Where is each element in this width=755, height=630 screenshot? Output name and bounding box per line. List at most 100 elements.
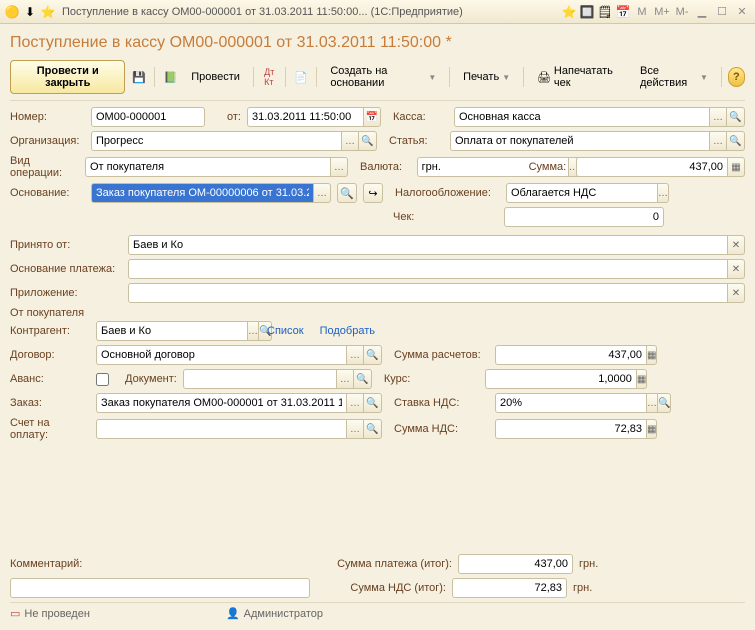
open-icon[interactable]: 🔍 — [359, 131, 377, 151]
advance-checkbox[interactable] — [96, 373, 109, 386]
calc-icon[interactable]: 🗒 — [597, 4, 613, 20]
article-input[interactable] — [450, 131, 709, 151]
tax-input[interactable] — [506, 183, 657, 203]
tax-group: … — [506, 183, 666, 203]
select-icon[interactable]: … — [247, 321, 259, 341]
comment-input[interactable] — [10, 578, 310, 598]
fav-icon[interactable]: ⭐ — [561, 4, 577, 20]
optype-input[interactable] — [85, 157, 330, 177]
open-icon[interactable]: 🔍 — [727, 107, 745, 127]
optype-label: Вид операции: — [10, 155, 79, 179]
select-icon[interactable]: … — [341, 131, 359, 151]
total-payment-input[interactable] — [458, 554, 573, 574]
invoice-input[interactable] — [96, 419, 346, 439]
calc-icon[interactable]: ▦ — [646, 419, 657, 439]
check-input[interactable] — [504, 207, 664, 227]
cashbox-input[interactable] — [454, 107, 709, 127]
vat-rate-input[interactable] — [495, 393, 646, 413]
m-minus-btn[interactable]: M- — [673, 4, 691, 20]
calendar-picker-icon[interactable]: 📅 — [363, 107, 381, 127]
help-button[interactable]: ? — [728, 67, 745, 87]
payment-basis-input[interactable] — [128, 259, 727, 279]
total-vat-input[interactable] — [452, 578, 567, 598]
nav-down-icon[interactable]: ⬇ — [22, 4, 38, 20]
create-based-button[interactable]: Создать на основании▼ — [323, 61, 443, 93]
select-icon[interactable]: … — [313, 183, 331, 203]
print-check-button[interactable]: 🖨Напечатать чек — [530, 61, 625, 93]
open-icon[interactable]: 🔍 — [364, 393, 382, 413]
clear-icon[interactable]: ✕ — [727, 235, 745, 255]
doc-icon[interactable]: 📄 — [292, 66, 311, 88]
open-icon[interactable]: 🔍 — [354, 369, 372, 389]
contract-input[interactable] — [96, 345, 346, 365]
close-btn[interactable]: ✕ — [733, 4, 751, 20]
open-icon[interactable]: 🔍 — [364, 345, 382, 365]
tool1-icon[interactable]: 🔲 — [579, 4, 595, 20]
order-input[interactable] — [96, 393, 346, 413]
fill-icon[interactable]: ↪ — [363, 183, 383, 203]
document-input[interactable] — [183, 369, 336, 389]
print-button[interactable]: Печать▼ — [456, 67, 517, 87]
received-input[interactable] — [128, 235, 727, 255]
vat-amount-label: Сумма НДС: — [394, 423, 489, 435]
org-input[interactable] — [91, 131, 341, 151]
number-input[interactable] — [91, 107, 205, 127]
amount-input[interactable] — [576, 157, 727, 177]
basis-label: Основание: — [10, 187, 85, 199]
number-label: Номер: — [10, 111, 85, 123]
open-icon[interactable]: 🔍 — [364, 419, 382, 439]
rate-input[interactable] — [485, 369, 636, 389]
document-label: Документ: — [125, 373, 177, 385]
star-icon[interactable]: ⭐ — [40, 4, 56, 20]
select-link[interactable]: Подобрать — [320, 325, 375, 337]
date-input[interactable] — [247, 107, 363, 127]
post-and-close-button[interactable]: Провести и закрыть — [10, 60, 125, 94]
titlebar: 🟡 ⬇ ⭐ Поступление в кассу ОМ00-000001 от… — [0, 0, 755, 24]
open-icon[interactable]: 🔍 — [727, 131, 745, 151]
org-group: … 🔍 — [91, 131, 377, 151]
printer-icon: 🖨 — [537, 71, 551, 84]
calendar-icon[interactable]: 📅 — [615, 4, 631, 20]
vat-amount-group: ▦ — [495, 419, 615, 439]
invoice-group: … 🔍 — [96, 419, 382, 439]
contractor-group: … 🔍 — [96, 321, 251, 341]
select-icon[interactable]: … — [336, 369, 354, 389]
app-icon: 🟡 — [4, 4, 20, 20]
calc-icon[interactable]: ▦ — [646, 345, 657, 365]
select-icon[interactable]: … — [346, 393, 364, 413]
minimize-btn[interactable]: ▁ — [693, 4, 711, 20]
select-icon[interactable]: … — [709, 107, 727, 127]
select-icon[interactable]: … — [646, 393, 658, 413]
attachment-input[interactable] — [128, 283, 727, 303]
calc-amount-input[interactable] — [495, 345, 646, 365]
contractor-input[interactable] — [96, 321, 247, 341]
rate-label: Курс: — [384, 373, 479, 385]
vat-amount-input[interactable] — [495, 419, 646, 439]
list-link[interactable]: Список — [267, 325, 304, 337]
select-icon[interactable]: … — [330, 157, 348, 177]
dtct-icon[interactable]: ДтКт — [260, 66, 279, 88]
clear-icon[interactable]: ✕ — [727, 283, 745, 303]
all-actions-button[interactable]: Все действия▼ — [633, 61, 715, 93]
select-icon[interactable]: … — [346, 419, 364, 439]
save-icon[interactable]: 💾 — [129, 66, 148, 88]
select-icon[interactable]: … — [657, 183, 669, 203]
m-btn[interactable]: M — [633, 4, 651, 20]
calc-icon[interactable]: ▦ — [727, 157, 745, 177]
basis-input[interactable] — [91, 183, 313, 203]
clear-icon[interactable]: 🔍 — [337, 183, 357, 203]
total-vat-label: Сумма НДС (итог): — [316, 582, 446, 594]
check-label: Чек: — [393, 211, 498, 223]
contract-label: Договор: — [10, 349, 90, 361]
m-plus-btn[interactable]: M+ — [653, 4, 671, 20]
post-button[interactable]: Провести — [184, 67, 247, 87]
maximize-btn[interactable]: ☐ — [713, 4, 731, 20]
comment-label: Комментарий: — [10, 558, 85, 570]
post-icon-btn[interactable]: 📗 — [161, 66, 180, 88]
open-icon[interactable]: 🔍 — [658, 393, 671, 413]
clear-icon[interactable]: ✕ — [727, 259, 745, 279]
calc-icon[interactable]: ▦ — [636, 369, 647, 389]
payment-basis-group: ✕ — [128, 259, 745, 279]
select-icon[interactable]: … — [709, 131, 727, 151]
select-icon[interactable]: … — [346, 345, 364, 365]
